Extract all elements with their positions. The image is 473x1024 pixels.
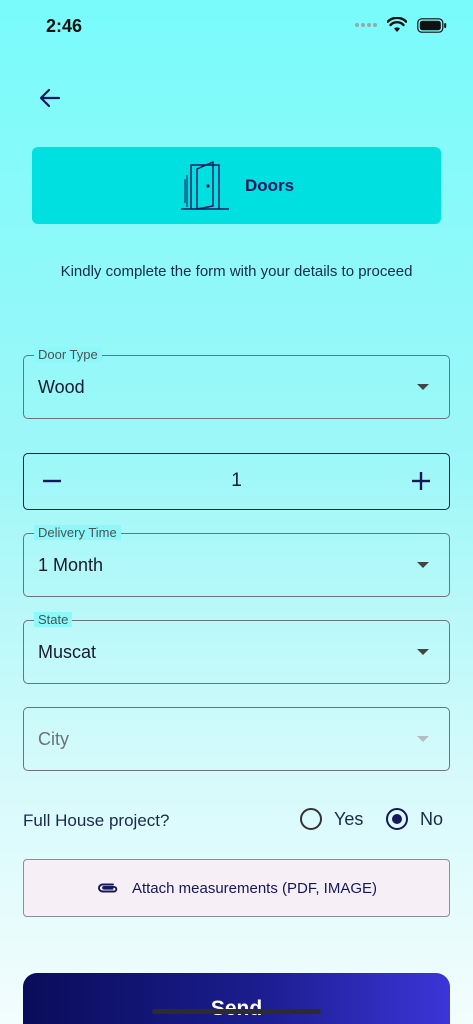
quantity-stepper: 1: [23, 453, 450, 510]
caret-down-icon: [417, 562, 429, 568]
status-time: 2:46: [46, 16, 83, 36]
cellular-signal-icon: [355, 23, 377, 27]
send-button[interactable]: Send: [23, 973, 450, 1024]
plus-icon: [412, 472, 430, 490]
arrow-left-icon: [39, 88, 61, 108]
door-type-label: Door Type: [34, 347, 102, 362]
state-value: Muscat: [38, 642, 97, 662]
caret-down-icon: [417, 649, 429, 655]
category-banner: Doors: [32, 147, 441, 224]
delivery-time-dropdown[interactable]: Delivery Time 1 Month: [23, 525, 450, 597]
city-dropdown[interactable]: City: [23, 707, 450, 771]
category-title: Doors: [244, 175, 295, 195]
caret-down-icon: [417, 736, 429, 742]
delivery-time-value: 1 Month: [38, 555, 104, 575]
door-type-dropdown[interactable]: Door Type Wood: [23, 347, 450, 419]
home-indicator: [152, 1009, 321, 1014]
radio-checked-icon: [386, 808, 408, 830]
attach-measurements-button[interactable]: Attach measurements (PDF, IMAGE): [23, 859, 450, 917]
wifi-icon: [387, 17, 407, 32]
battery-icon: [417, 17, 447, 33]
instructions-text: Kindly complete the form with your detai…: [60, 263, 413, 280]
full-house-question: Full House project?: [23, 811, 170, 830]
radio-yes-label: Yes: [334, 808, 364, 829]
status-bar: 2:46: [0, 0, 473, 52]
full-house-radio-group: Full House project? Yes No: [23, 806, 450, 836]
radio-no[interactable]: No: [386, 808, 443, 830]
delivery-time-label: Delivery Time: [34, 525, 121, 540]
state-label: State: [34, 612, 73, 627]
door-icon: [180, 160, 229, 210]
attach-measurements-label: Attach measurements (PDF, IMAGE): [131, 879, 378, 897]
quantity-value: 1: [231, 470, 242, 491]
increment-button[interactable]: [393, 454, 449, 508]
radio-unchecked-icon: [300, 808, 322, 830]
door-type-value: Wood: [38, 377, 85, 397]
caret-down-icon: [417, 384, 429, 390]
back-button[interactable]: [34, 82, 66, 114]
status-icons: [355, 17, 447, 33]
state-dropdown[interactable]: State Muscat: [23, 612, 450, 684]
city-placeholder: City: [38, 729, 69, 749]
paperclip-icon: [98, 883, 118, 893]
radio-no-label: No: [420, 808, 444, 829]
radio-yes[interactable]: Yes: [300, 808, 363, 830]
